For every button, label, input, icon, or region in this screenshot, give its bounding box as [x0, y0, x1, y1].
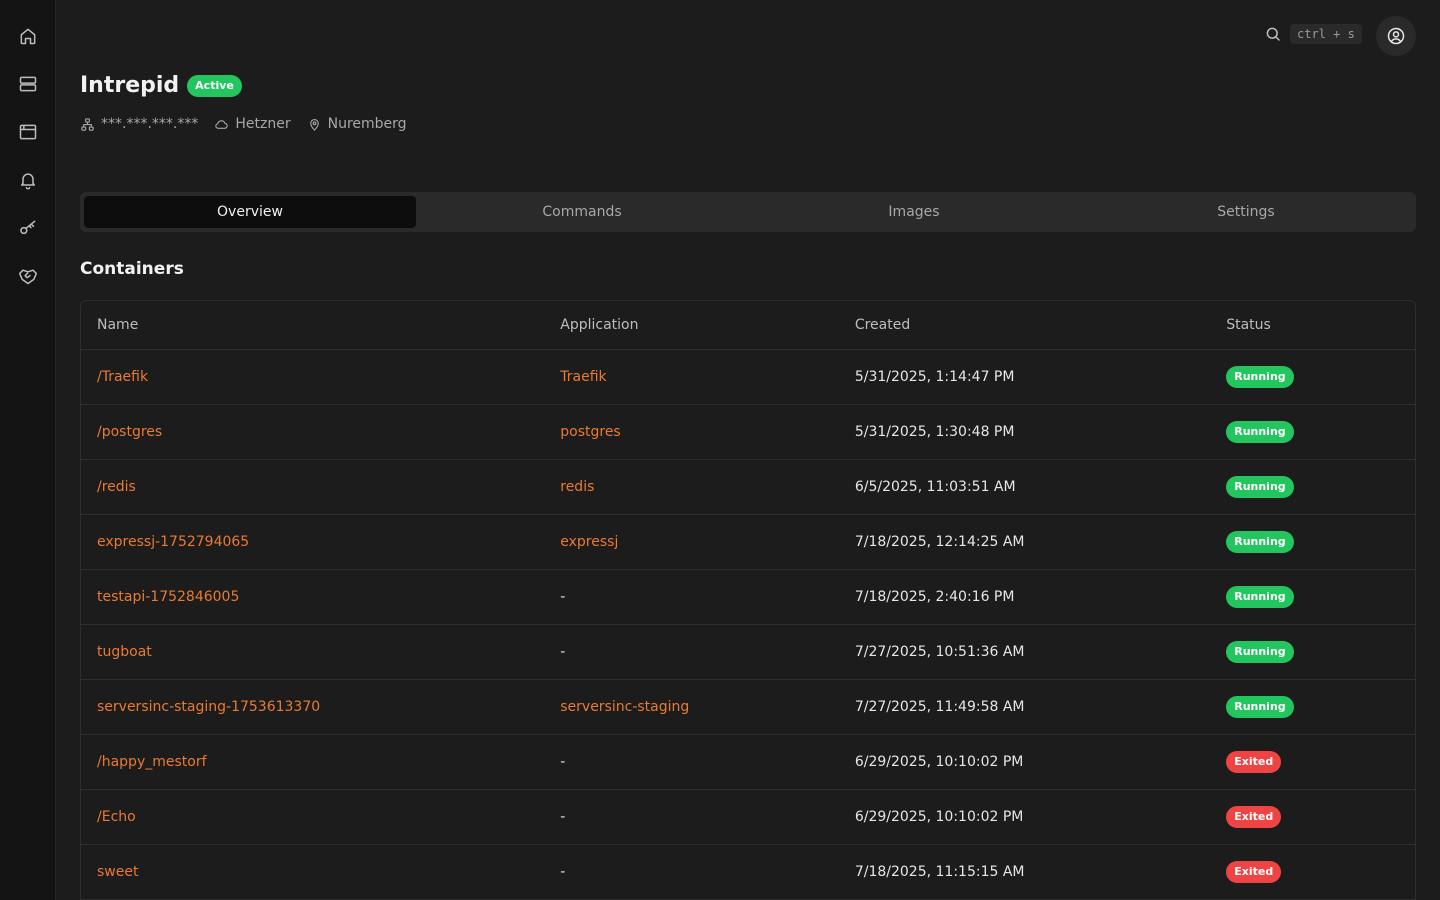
cloud-icon — [214, 117, 229, 132]
created-timestamp: 6/29/2025, 10:10:02 PM — [854, 753, 1024, 770]
column-header-application[interactable]: Application — [544, 301, 839, 350]
table-row[interactable]: sweet - 7/18/2025, 11:15:15 AM Exited — [81, 844, 1415, 900]
table-row[interactable]: /redis redis 6/5/2025, 11:03:51 AM Running — [81, 459, 1415, 515]
status-badge: Exited — [1226, 860, 1282, 883]
application-link[interactable]: redis — [560, 479, 594, 495]
bell-icon[interactable] — [16, 168, 40, 192]
map-pin-icon — [307, 117, 322, 132]
tab-overview[interactable]: Overview — [84, 196, 416, 228]
application-value: - — [560, 863, 566, 880]
created-timestamp: 7/27/2025, 10:51:36 AM — [854, 643, 1025, 660]
home-icon[interactable] — [16, 24, 40, 48]
created-timestamp: 6/29/2025, 10:10:02 PM — [854, 808, 1024, 825]
status-badge: Active — [187, 74, 242, 97]
created-timestamp: 7/18/2025, 11:15:15 AM — [854, 863, 1025, 880]
search-trigger[interactable]: ctrl + s — [1264, 24, 1362, 44]
table-header-row: Name Application Created Status — [81, 301, 1415, 350]
container-name-link[interactable]: /redis — [97, 479, 136, 495]
user-menu-button[interactable] — [1376, 16, 1416, 56]
application-value: - — [560, 808, 566, 825]
ip-address: ***.***.***.*** — [101, 116, 199, 132]
user-circle-icon — [1386, 26, 1406, 46]
table-row[interactable]: testapi-1752846005 - 7/18/2025, 2:40:16 PM… — [81, 569, 1415, 625]
network-icon — [80, 117, 95, 132]
container-name-link[interactable]: testapi-1752846005 — [97, 589, 239, 605]
application-link[interactable]: postgres — [560, 424, 620, 440]
status-badge: Running — [1226, 530, 1294, 553]
ip-meta: ***.***.***.*** — [80, 116, 198, 132]
location-name: Nuremberg — [327, 116, 407, 132]
status-badge: Running — [1226, 585, 1294, 608]
table-row[interactable]: /postgres postgres 5/31/2025, 1:30:48 PM Ru… — [81, 404, 1415, 460]
section-title: Containers — [80, 259, 184, 279]
server-meta: ***.***.***.*** Hetzner Nuremberg — [80, 116, 407, 132]
tab-images[interactable]: Images — [748, 196, 1080, 228]
created-timestamp: 7/18/2025, 12:14:25 AM — [854, 533, 1025, 550]
tab-settings[interactable]: Settings — [1080, 196, 1412, 228]
table-row[interactable]: /Echo - 6/29/2025, 10:10:02 PM Exited — [81, 789, 1415, 845]
container-name-link[interactable]: tugboat — [97, 644, 152, 660]
application-link[interactable]: serversinc-staging — [560, 699, 689, 715]
application-link[interactable]: expressj — [560, 534, 618, 550]
container-name-link[interactable]: serversinc-staging-1753613370 — [97, 699, 320, 715]
status-badge: Running — [1226, 695, 1294, 718]
browser-window-icon[interactable] — [16, 120, 40, 144]
table-row[interactable]: expressj-1752794065 expressj 7/18/2025, 12… — [81, 514, 1415, 570]
provider-meta: Hetzner — [214, 116, 291, 132]
table-row[interactable]: /happy_mestorf - 6/29/2025, 10:10:02 PM Exi… — [81, 734, 1415, 790]
created-timestamp: 7/18/2025, 2:40:16 PM — [854, 588, 1015, 605]
table-row[interactable]: /Traefik Traefik 5/31/2025, 1:14:47 PM Runn… — [81, 349, 1415, 405]
search-icon[interactable] — [1264, 25, 1282, 43]
container-name-link[interactable]: /postgres — [97, 424, 162, 440]
application-link[interactable]: Traefik — [560, 369, 606, 385]
status-badge: Running — [1226, 420, 1294, 443]
status-badge: Running — [1226, 640, 1294, 663]
key-icon[interactable] — [16, 216, 40, 240]
column-header-name[interactable]: Name — [81, 301, 545, 350]
containers-table: Name Application Created Status /Traefik… — [80, 300, 1416, 900]
column-header-created[interactable]: Created — [838, 301, 1211, 350]
table-row[interactable]: serversinc-staging-1753613370 serversinc-… — [81, 679, 1415, 735]
status-badge: Exited — [1226, 750, 1282, 773]
table-row[interactable]: tugboat - 7/27/2025, 10:51:36 AM Running — [81, 624, 1415, 680]
created-timestamp: 5/31/2025, 1:30:48 PM — [854, 423, 1015, 440]
application-value: - — [560, 753, 566, 770]
provider-name: Hetzner — [235, 116, 291, 132]
created-timestamp: 6/5/2025, 11:03:51 AM — [854, 478, 1016, 495]
status-badge: Running — [1226, 365, 1294, 388]
handshake-icon[interactable] — [16, 264, 40, 288]
created-timestamp: 7/27/2025, 11:49:58 AM — [854, 698, 1025, 715]
tab-commands[interactable]: Commands — [416, 196, 748, 228]
created-timestamp: 5/31/2025, 1:14:47 PM — [854, 368, 1015, 385]
application-value: - — [560, 643, 566, 660]
status-badge: Running — [1226, 475, 1294, 498]
application-value: - — [560, 588, 566, 605]
container-name-link[interactable]: /Echo — [97, 809, 136, 825]
status-badge: Exited — [1226, 805, 1282, 828]
sidebar — [0, 0, 56, 900]
server-header: Intrepid Active — [80, 73, 242, 98]
column-header-status[interactable]: Status — [1210, 301, 1415, 350]
servers-icon[interactable] — [16, 72, 40, 96]
container-name-link[interactable]: /Traefik — [97, 369, 148, 385]
location-meta: Nuremberg — [307, 116, 407, 132]
container-name-link[interactable]: sweet — [97, 864, 138, 880]
tab-bar: Overview Commands Images Settings — [80, 192, 1416, 232]
container-name-link[interactable]: expressj-1752794065 — [97, 534, 249, 550]
page-title: Intrepid — [80, 73, 180, 98]
search-shortcut: ctrl + s — [1290, 24, 1362, 44]
container-name-link[interactable]: /happy_mestorf — [97, 754, 207, 770]
